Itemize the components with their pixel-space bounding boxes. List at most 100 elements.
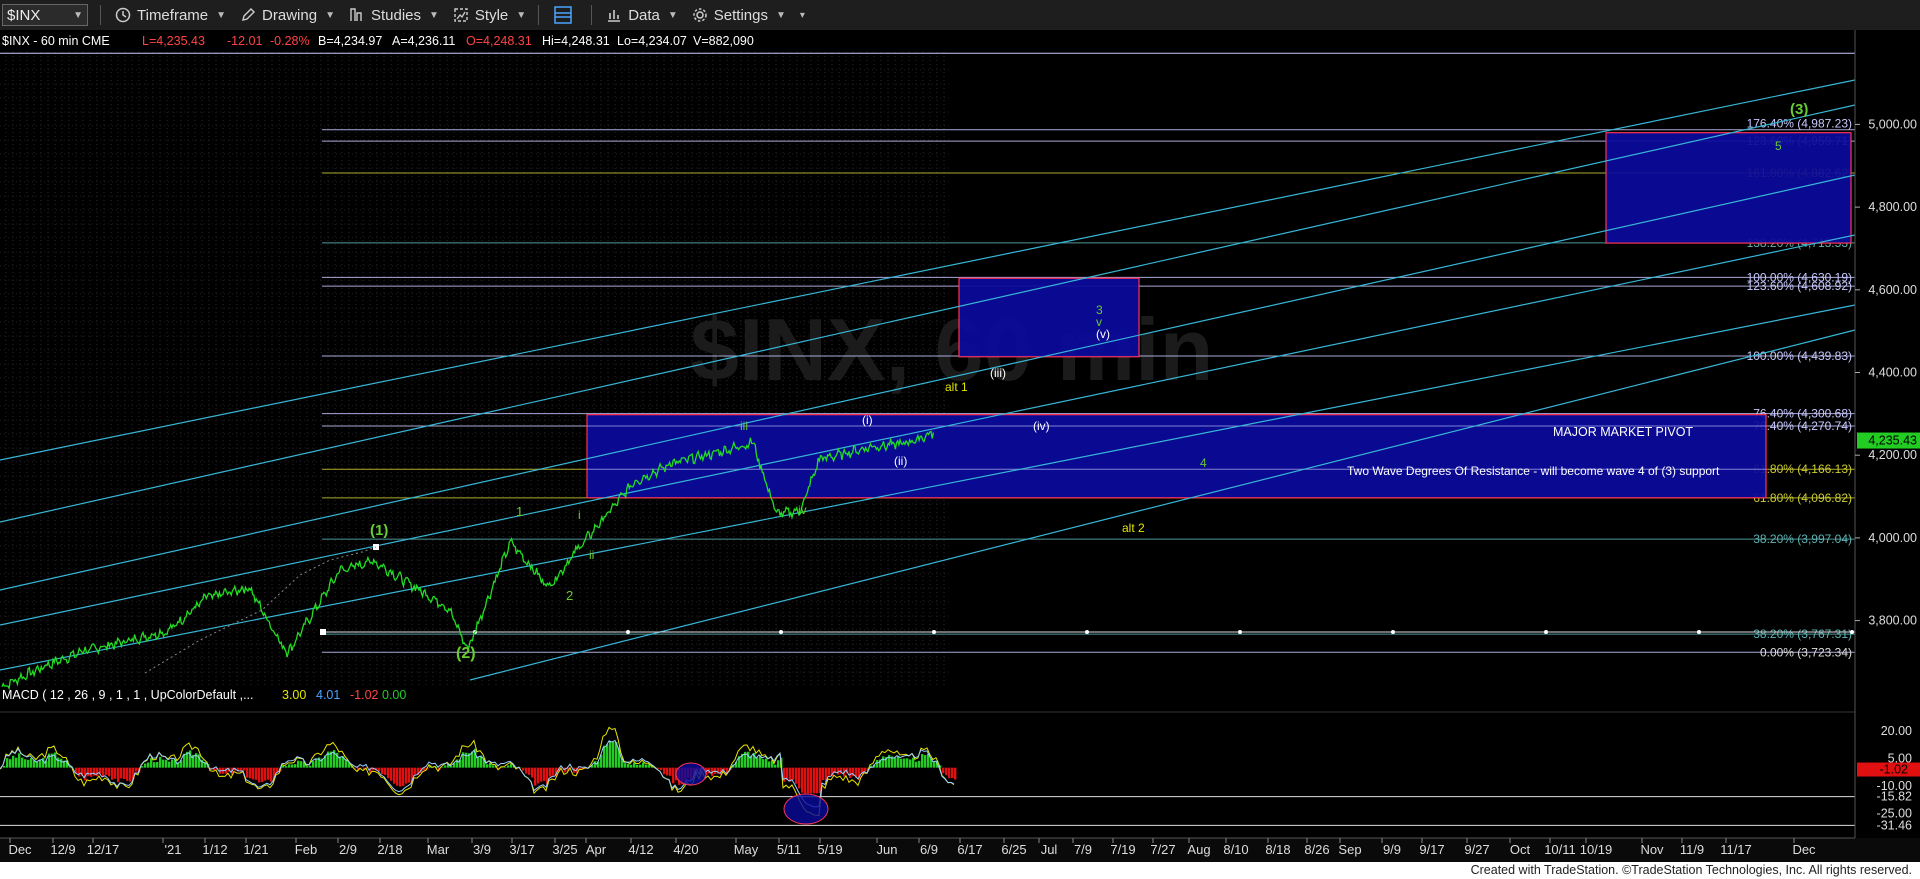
- date-tick-label: 3/25: [552, 842, 577, 857]
- settings-menu[interactable]: Settings ▼: [692, 7, 786, 24]
- macd-bar: [387, 767, 390, 779]
- date-tick-label: 5/11: [777, 842, 801, 857]
- macd-bar: [108, 767, 111, 777]
- macd-bar: [804, 767, 807, 794]
- wave-label: (iv): [1033, 419, 1050, 433]
- projection-dot: [1544, 630, 1548, 634]
- header-last: L=4,235.43: [142, 34, 205, 48]
- macd-value: 3.00: [282, 688, 306, 702]
- data-menu[interactable]: Data ▼: [606, 7, 678, 24]
- symbol-label: $INX: [7, 6, 41, 24]
- style-menu[interactable]: Style ▼: [453, 7, 526, 24]
- macd-bar: [663, 767, 666, 775]
- macd-bar: [795, 767, 798, 784]
- macd-bar: [849, 767, 852, 778]
- macd-bar: [645, 764, 648, 768]
- macd-bar: [792, 767, 795, 780]
- macd-bar: [309, 765, 312, 768]
- header-vol: V=882,090: [693, 34, 754, 48]
- macd-bar: [924, 755, 927, 768]
- macd-bar: [18, 753, 21, 768]
- studies-label: Studies: [370, 6, 422, 24]
- wave-label: (iii): [990, 366, 1006, 380]
- wave-label: (v): [1096, 327, 1110, 341]
- fib-label: 100.00% (4,439.83): [1747, 349, 1852, 363]
- macd-bar: [486, 764, 489, 768]
- macd-bar: [255, 767, 258, 780]
- macd-value: 4.01: [316, 688, 340, 702]
- macd-bar: [396, 767, 399, 786]
- chart-area[interactable]: $INX, 60 min 176.40% (4,987.23)123.60% (…: [0, 30, 1920, 862]
- macd-bar: [525, 767, 528, 774]
- pivot-marker: [320, 629, 326, 635]
- toolbar-overflow[interactable]: ▾: [800, 10, 805, 21]
- header-lo: Lo=4,234.07: [617, 34, 687, 48]
- macd-bar: [528, 767, 531, 775]
- date-tick-label: Sep: [1338, 842, 1361, 857]
- macd-bar: [756, 757, 759, 768]
- macd-bar: [492, 765, 495, 768]
- macd-bar: [777, 760, 780, 768]
- macd-bar: [537, 767, 540, 784]
- drawing-menu[interactable]: Drawing ▼: [240, 7, 335, 24]
- fib-label: 0.00% (3,723.34): [1760, 645, 1852, 659]
- macd-bar: [249, 767, 252, 779]
- chart-svg[interactable]: $INX, 60 min 176.40% (4,987.23)123.60% (…: [0, 30, 1920, 862]
- macd-bar: [510, 764, 513, 768]
- macd-bar: [549, 767, 552, 777]
- macd-bar: [579, 767, 582, 769]
- macd-value: 0.00: [382, 688, 406, 702]
- macd-bar: [822, 767, 825, 780]
- data-label: Data: [628, 6, 660, 24]
- macd-bar: [639, 764, 642, 768]
- macd-bar: [921, 754, 924, 768]
- header-ask: A=4,236.11: [392, 34, 455, 48]
- macd-bar: [126, 767, 129, 781]
- macd-bar: [522, 767, 525, 771]
- date-tick-label: 4/20: [673, 842, 698, 857]
- wave-label: v: [1096, 315, 1102, 329]
- date-tick-label: 4/12: [628, 842, 653, 857]
- macd-bar: [285, 766, 288, 768]
- symbol-selector[interactable]: $INX ▼: [2, 4, 88, 26]
- macd-bar: [912, 757, 915, 768]
- bar-chart-icon: [608, 10, 621, 22]
- macd-bar: [300, 761, 303, 768]
- macd-bar: [594, 761, 597, 768]
- fib-label: 123.60% (4,608.92): [1747, 279, 1852, 293]
- studies-menu[interactable]: Studies ▼: [349, 7, 439, 24]
- resistance-annotation: Two Wave Degrees Of Resistance - will be…: [1347, 464, 1720, 478]
- date-tick-label: 9/27: [1464, 842, 1489, 857]
- macd-bar: [444, 765, 447, 768]
- macd-bar: [828, 767, 831, 776]
- macd-bar: [141, 766, 144, 768]
- macd-bar: [354, 767, 357, 769]
- macd-bar: [918, 760, 921, 768]
- macd-bar: [264, 767, 267, 781]
- macd-bar: [813, 767, 816, 794]
- macd-highlight: [675, 762, 707, 786]
- clock-icon: [115, 7, 131, 23]
- caret-down-icon: ▼: [216, 9, 227, 21]
- macd-bar: [948, 767, 951, 779]
- date-tick-label: 11/9: [1680, 842, 1704, 857]
- wave-label: (i): [862, 413, 873, 427]
- timeframe-menu[interactable]: Timeframe ▼: [115, 7, 226, 24]
- date-tick-label: 6/25: [1001, 842, 1026, 857]
- macd-bar: [24, 759, 27, 768]
- macd-bar: [807, 767, 810, 794]
- wave-label: 5: [1775, 139, 1782, 153]
- layout-button[interactable]: [553, 5, 579, 25]
- fib-label: 76.40% (4,270.74): [1753, 419, 1852, 433]
- fib-label: 38.20% (3,767.31): [1753, 627, 1852, 641]
- date-tick-label: Aug: [1187, 842, 1210, 857]
- macd-bar: [246, 767, 249, 778]
- date-tick-label: 6/17: [957, 842, 982, 857]
- macd-bar: [606, 744, 609, 768]
- macd-bar: [102, 767, 105, 777]
- style-icon: [454, 8, 468, 22]
- price-tick-label: 4,000.00: [1868, 531, 1917, 545]
- macd-bar: [162, 759, 165, 768]
- wave-label: ii: [589, 548, 594, 562]
- macd-tick-label: 20.00: [1881, 724, 1912, 738]
